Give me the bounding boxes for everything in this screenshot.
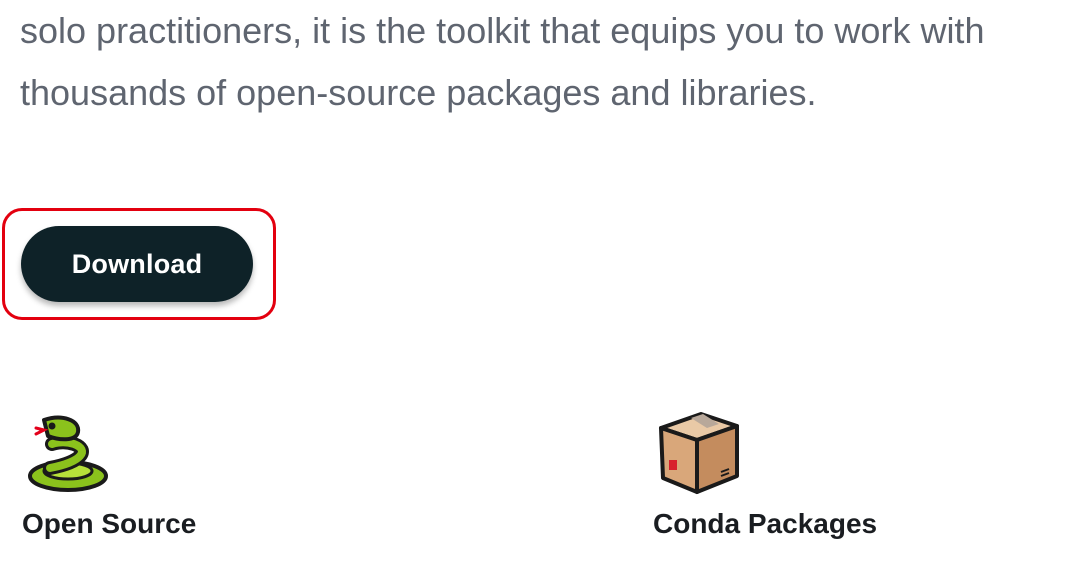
snake-icon (22, 410, 112, 496)
feature-conda-packages: Conda Packages (653, 410, 877, 540)
intro-line-1: solo practitioners, it is the toolkit th… (20, 10, 985, 51)
intro-text: solo practitioners, it is the toolkit th… (20, 0, 1060, 124)
package-box-icon (653, 410, 743, 496)
feature-open-source: Open Source (22, 410, 196, 540)
page: solo practitioners, it is the toolkit th… (0, 0, 1078, 579)
feature-label-open-source: Open Source (22, 508, 197, 539)
intro-line-2: thousands of open-source packages and li… (20, 72, 817, 113)
feature-label-conda-packages: Conda Packages (653, 508, 878, 539)
download-button[interactable]: Download (21, 226, 253, 302)
